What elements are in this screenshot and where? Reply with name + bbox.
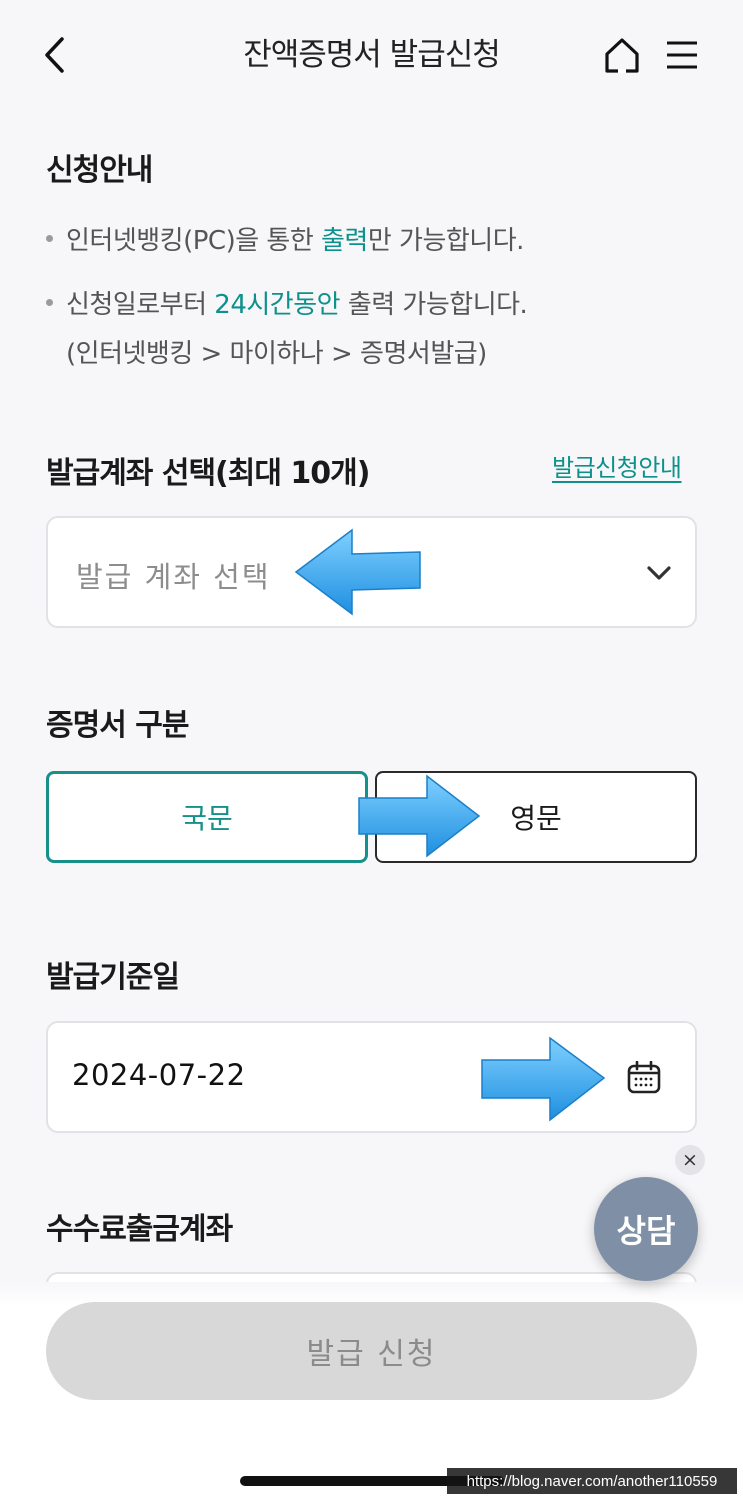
back-icon bbox=[45, 37, 64, 73]
back-button[interactable] bbox=[30, 28, 80, 82]
bullet-highlight: 출력 bbox=[321, 226, 368, 256]
close-icon: × bbox=[682, 1149, 698, 1171]
bullet-text: 인터넷뱅킹(PC)을 통한 bbox=[66, 226, 322, 256]
menu-icon bbox=[667, 41, 697, 69]
bullet-text: 만 가능합니다. bbox=[367, 226, 525, 256]
account-select-placeholder: 발급 계좌 선택 bbox=[76, 560, 271, 594]
submit-button[interactable]: 발급 신청 bbox=[46, 1302, 697, 1400]
menu-button[interactable] bbox=[658, 32, 706, 78]
calendar-icon[interactable] bbox=[626, 1061, 662, 1095]
chat-consult-button[interactable]: 상담 bbox=[594, 1177, 698, 1281]
annotation-arrow-right-icon bbox=[358, 774, 481, 858]
bullet-dot bbox=[46, 299, 53, 306]
account-select-title: 발급계좌 선택(최대 10개) bbox=[46, 456, 370, 491]
annotation-arrow-right-icon bbox=[481, 1036, 606, 1122]
chevron-down-icon bbox=[647, 566, 671, 580]
annotation-arrow-left-icon bbox=[294, 528, 421, 616]
notice-bullet-2-line2: (인터넷뱅킹 > 마이하나 > 증명서발급) bbox=[66, 339, 487, 369]
chat-close-button[interactable]: × bbox=[675, 1145, 705, 1175]
notice-bullet-2: 신청일로부터 24시간동안 출력 가능합니다. bbox=[46, 284, 528, 321]
fee-account-title: 수수료출금계좌 bbox=[46, 1212, 233, 1247]
notice-bullet-1: 인터넷뱅킹(PC)을 통한 출력만 가능합니다. bbox=[46, 220, 525, 257]
base-date-title: 발급기준일 bbox=[46, 960, 180, 995]
home-button[interactable] bbox=[598, 32, 646, 78]
bullet-dot bbox=[46, 235, 53, 242]
cert-type-title: 증명서 구분 bbox=[46, 708, 189, 743]
base-date-value: 2024-07-22 bbox=[72, 1058, 246, 1092]
bullet-text: 신청일로부터 bbox=[66, 290, 215, 320]
bullet-highlight: 24시간동안 bbox=[214, 290, 341, 320]
page-title: 잔액증명서 발급신청 bbox=[243, 37, 501, 73]
notice-title: 신청안내 bbox=[46, 153, 153, 188]
bullet-text: 출력 가능합니다. bbox=[340, 290, 528, 320]
watermark: https://blog.naver.com/another110559 bbox=[447, 1468, 737, 1494]
cert-type-korean-button[interactable]: 국문 bbox=[46, 771, 368, 863]
issue-guide-link[interactable]: 발급신청안내 bbox=[552, 448, 682, 483]
home-icon bbox=[605, 38, 639, 73]
